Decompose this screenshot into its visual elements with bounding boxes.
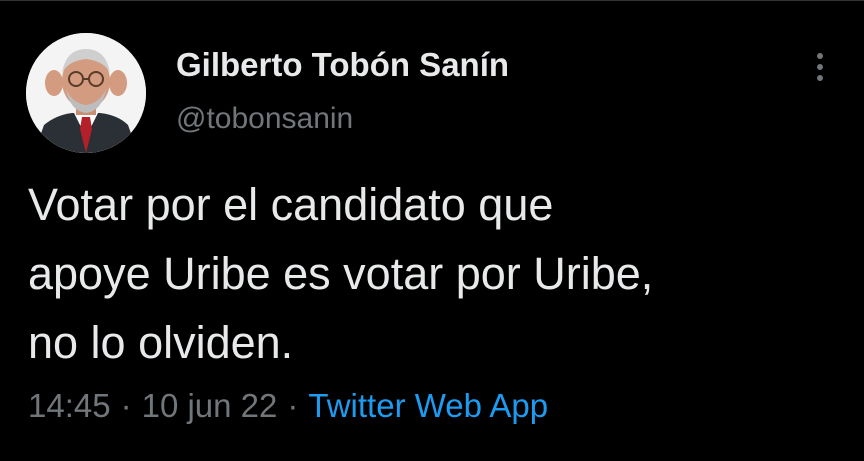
tweet-text-line: no lo olviden. [28,317,294,368]
more-options-button[interactable] [806,50,834,84]
user-handle[interactable]: @tobonsanin [176,102,353,136]
tweet-metadata: 14:45 · 10 jun 22 · Twitter Web App [28,387,548,425]
tweet-text-line: Votar por el candidato que [28,179,554,230]
tweet-text-line: apoye Uribe es votar por Uribe, [28,248,654,299]
tweet-time[interactable]: 14:45 [28,387,111,424]
tweet-text: Votar por el candidato que apoye Uribe e… [28,170,848,377]
vertical-ellipsis-icon [817,53,823,81]
meta-separator: · [287,387,299,424]
meta-separator: · [120,387,132,424]
tweet-source-link[interactable]: Twitter Web App [308,387,548,424]
tweet: Gilberto Tobón Sanín @tobonsanin Votar p… [0,0,864,461]
display-name[interactable]: Gilberto Tobón Sanín [176,46,509,84]
avatar[interactable] [26,33,146,153]
avatar-portrait [26,33,146,153]
tweet-date[interactable]: 10 jun 22 [142,387,278,424]
